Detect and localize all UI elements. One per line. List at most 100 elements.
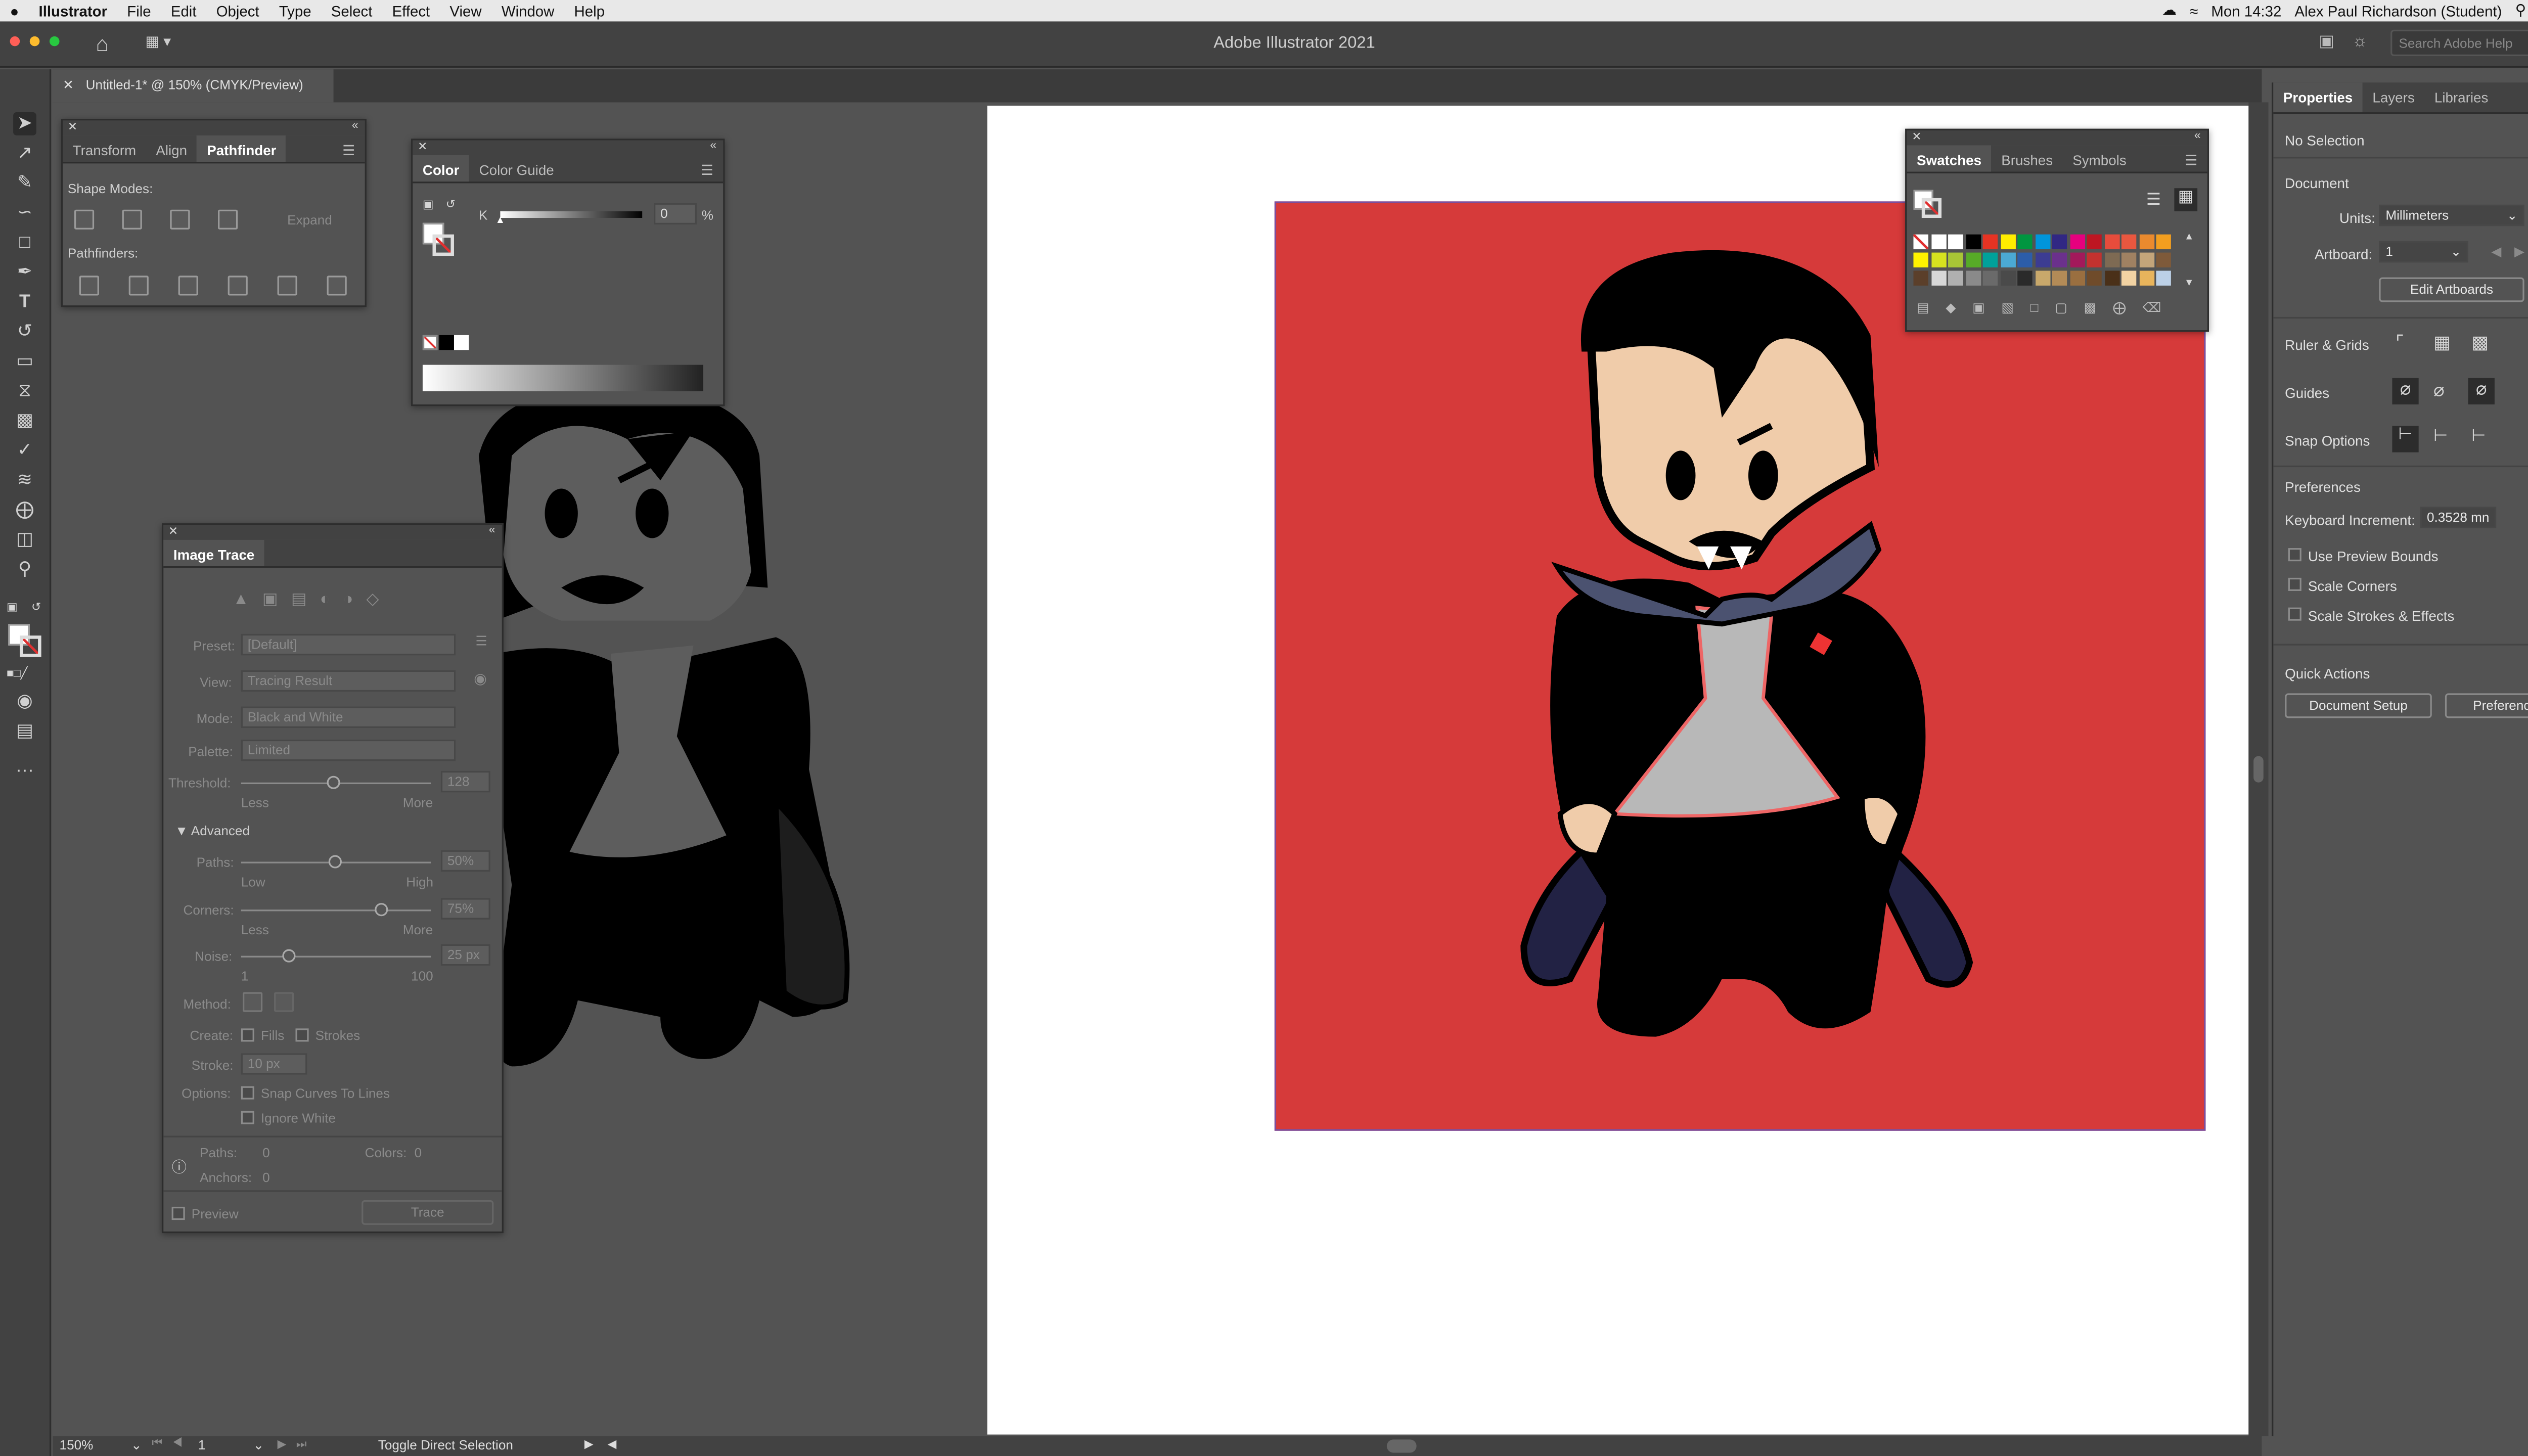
color-swatch[interactable] [2121, 234, 2137, 250]
paths-input[interactable]: 50% [440, 850, 490, 872]
transparency-grid-icon[interactable]: ▩ [2471, 332, 2489, 353]
tab-pathfinder[interactable]: Pathfinder [197, 135, 287, 162]
paintbrush-tool-icon[interactable]: ✒ [13, 261, 36, 284]
corners-input[interactable]: 75% [440, 898, 490, 920]
menu-window[interactable]: Window [491, 3, 564, 19]
crop-icon[interactable] [228, 276, 248, 296]
none-swatch[interactable] [422, 335, 438, 350]
artboard-nav-prev-icons[interactable]: ⏮◀ [152, 1438, 192, 1451]
color-swatch[interactable] [1913, 270, 1928, 286]
minus-front-icon[interactable] [122, 209, 142, 230]
lock-guides-icon[interactable]: ⌀ [2433, 380, 2445, 401]
snap-to-glyph-icon[interactable]: ⊢ [2471, 428, 2486, 446]
curvature-tool-icon[interactable]: ∽ [13, 201, 36, 224]
menu-select[interactable]: Select [321, 3, 382, 19]
use-preview-bounds-checkbox[interactable] [2288, 548, 2301, 562]
gradient-tool-icon[interactable]: ▩ [13, 410, 36, 433]
expand-button[interactable]: Expand [287, 213, 332, 228]
menu-edit[interactable]: Edit [161, 3, 206, 19]
scroll-left-icon[interactable]: ◀ [608, 1438, 617, 1451]
edit-toolbar-icon[interactable]: ··· [13, 759, 36, 783]
exclude-icon[interactable] [218, 209, 238, 230]
preset-menu-icon[interactable]: ☰ [475, 634, 487, 649]
tab-brushes[interactable]: Brushes [1992, 145, 2063, 171]
color-swatch[interactable] [1965, 270, 1980, 286]
color-swatch[interactable] [2035, 252, 2050, 267]
tab-swatches[interactable]: Swatches [1907, 145, 1992, 172]
placed-image-grayscale-vampire[interactable] [462, 389, 875, 1083]
preset-select[interactable]: [Default] [241, 633, 456, 656]
color-swatch[interactable] [2087, 234, 2102, 250]
vertical-scrollbar[interactable] [2248, 102, 2269, 1436]
outline-icon[interactable] [277, 276, 297, 296]
color-swatch[interactable] [2052, 234, 2067, 250]
vertical-scrollbar-thumb[interactable] [2253, 756, 2264, 783]
mode-select[interactable]: Black and White [241, 706, 456, 728]
artboard-select[interactable]: 1 ⌄ [2379, 241, 2468, 263]
strokes-checkbox[interactable] [295, 1028, 309, 1042]
trace-preset-icons[interactable]: ▲▣▤◐◑◇ [233, 591, 392, 609]
color-swatch[interactable] [2000, 252, 2015, 267]
corners-slider[interactable] [241, 903, 431, 917]
color-swatch[interactable] [2069, 252, 2085, 267]
color-swatch[interactable] [2156, 270, 2171, 286]
type-tool-icon[interactable]: T [13, 291, 36, 314]
intersect-icon[interactable] [170, 209, 190, 230]
zoom-tool-icon[interactable]: ⚲ [13, 558, 36, 581]
threshold-slider[interactable] [241, 776, 431, 789]
menubar-clock[interactable]: Mon 14:32 [2211, 3, 2281, 19]
color-swatch[interactable] [2000, 234, 2015, 250]
ruler-icon[interactable]: ⌜ [2396, 332, 2404, 353]
color-swatch[interactable] [2104, 270, 2119, 286]
swatch-scroll-up-icon[interactable]: ▲ [2184, 233, 2194, 243]
eyedropper-tool-icon[interactable]: ✓ [13, 439, 36, 463]
menu-effect[interactable]: Effect [382, 3, 440, 19]
lasso-tool-icon[interactable]: ⧖ [13, 380, 36, 403]
palette-select[interactable]: Limited [241, 739, 456, 761]
color-swatch[interactable] [2104, 252, 2119, 267]
stroke-input[interactable]: 10 px [241, 1053, 307, 1075]
previous-artboard-icon[interactable]: ◀ [2491, 244, 2501, 259]
swatch-grid[interactable] [1913, 234, 2177, 294]
draw-mode-icon[interactable]: ◉ [13, 690, 36, 713]
panel-menu-icon[interactable]: ☰ [691, 155, 723, 181]
swatch-actions-icons[interactable]: ▤◆▣▧□▢▩⨁⌫ [1917, 300, 2178, 315]
collapse-panel-icon[interactable]: « [489, 525, 495, 536]
ignore-white-checkbox[interactable] [241, 1111, 254, 1124]
black-swatch[interactable] [439, 335, 454, 350]
grid-icon[interactable]: ▦ [2433, 332, 2451, 353]
collapse-panel-icon[interactable]: « [2194, 130, 2201, 142]
next-artboard-icon[interactable]: ▶ [2514, 244, 2524, 259]
wifi-icon[interactable]: ≈ [2190, 3, 2198, 19]
color-swatch[interactable] [2139, 252, 2154, 267]
menu-type[interactable]: Type [269, 3, 321, 19]
panel-menu-icon[interactable]: ☰ [333, 135, 365, 162]
color-swatch[interactable] [2017, 252, 2033, 267]
tab-properties[interactable]: Properties [2273, 82, 2363, 113]
close-panel-icon[interactable]: ✕ [68, 120, 77, 134]
edit-artboards-button[interactable]: Edit Artboards [2379, 277, 2524, 302]
trim-icon[interactable] [128, 276, 149, 296]
zoom-level-select[interactable]: 150% ⌄ [60, 1438, 142, 1454]
rotate-tool-icon[interactable]: ↺ [13, 320, 36, 343]
artboard-nav-next-icons[interactable]: ▶⏭ [278, 1438, 317, 1452]
swap-fill-stroke-icon[interactable]: ↺ [446, 198, 456, 211]
color-swatch[interactable] [1948, 234, 1963, 250]
color-swatch[interactable] [2052, 270, 2067, 286]
blend-tool-icon[interactable]: ≋ [13, 469, 36, 492]
grid-view-icon[interactable]: ▦ [2174, 188, 2198, 211]
trace-button[interactable]: Trace [362, 1200, 494, 1225]
preferences-button[interactable]: Preferences [2445, 693, 2528, 718]
default-colors-icon[interactable]: ▣ [7, 601, 18, 614]
direct-selection-tool-icon[interactable]: ↗ [13, 142, 36, 165]
menu-app-name[interactable]: Illustrator [29, 3, 117, 19]
color-swatch[interactable] [2121, 270, 2137, 286]
menubar-user[interactable]: Alex Paul Richardson (Student) [2294, 3, 2502, 19]
swap-colors-icon[interactable]: ↺ [31, 601, 41, 614]
screen-mode-icon[interactable]: ▤ [13, 720, 36, 743]
noise-slider[interactable] [241, 949, 431, 963]
k-value-input[interactable]: 0 [654, 203, 697, 225]
tab-libraries[interactable]: Libraries [2424, 82, 2498, 112]
color-swatch[interactable] [2087, 270, 2102, 286]
color-swatch[interactable] [1948, 252, 1963, 267]
